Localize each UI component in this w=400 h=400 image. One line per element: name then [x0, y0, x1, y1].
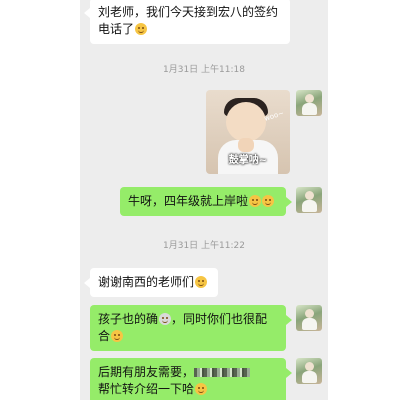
- self-avatar[interactable]: [296, 305, 322, 331]
- grin-emoji-icon: [262, 195, 275, 207]
- message-text: 谢谢南西的老师们: [98, 275, 195, 289]
- message-text-part: 帮忙转介绍一下哈: [98, 382, 195, 396]
- self-avatar[interactable]: [296, 358, 322, 384]
- sticker-hands: [238, 138, 254, 152]
- chat-window: 刘老师，我们今天接到宏八的签约电话了 1月31日 上午11:18 woo~ 鼓掌…: [80, 0, 328, 400]
- sticker-face: [226, 102, 266, 142]
- sticker-image[interactable]: woo~ 鼓掌呐~: [206, 90, 290, 174]
- message-outgoing[interactable]: 孩子也的确 ，同时你们也很配合: [90, 305, 292, 351]
- timestamp: 1月31日 上午11:22: [163, 241, 245, 251]
- grin-emoji-icon: [135, 23, 148, 35]
- smile-emoji-icon: [159, 313, 172, 325]
- message-text: 牛呀，四年级就上岸啦: [128, 194, 249, 208]
- message-text-part: 后期有朋友需要，: [98, 365, 195, 379]
- self-avatar[interactable]: [296, 187, 322, 213]
- sticker-caption: 鼓掌呐~: [228, 155, 268, 166]
- self-avatar[interactable]: [296, 90, 322, 116]
- message-text: 刘老师，我们今天接到宏八的签约电话了: [98, 5, 279, 36]
- message-outgoing[interactable]: 后期有朋友需要， 帮忙转介绍一下哈: [90, 358, 292, 400]
- timestamp: 1月31日 上午11:18: [163, 65, 245, 75]
- message-incoming[interactable]: 刘老师，我们今天接到宏八的签约电话了: [84, 0, 290, 44]
- grin-emoji-icon: [249, 195, 262, 207]
- redacted-text: [194, 368, 251, 377]
- message-incoming[interactable]: 谢谢南西的老师们: [84, 268, 218, 297]
- message-outgoing[interactable]: 牛呀，四年级就上岸啦: [120, 187, 292, 216]
- grin-emoji-icon: [195, 383, 208, 395]
- message-text-part: 孩子也的确: [98, 312, 159, 326]
- grin-emoji-icon: [111, 330, 124, 342]
- grin-emoji-icon: [195, 276, 208, 288]
